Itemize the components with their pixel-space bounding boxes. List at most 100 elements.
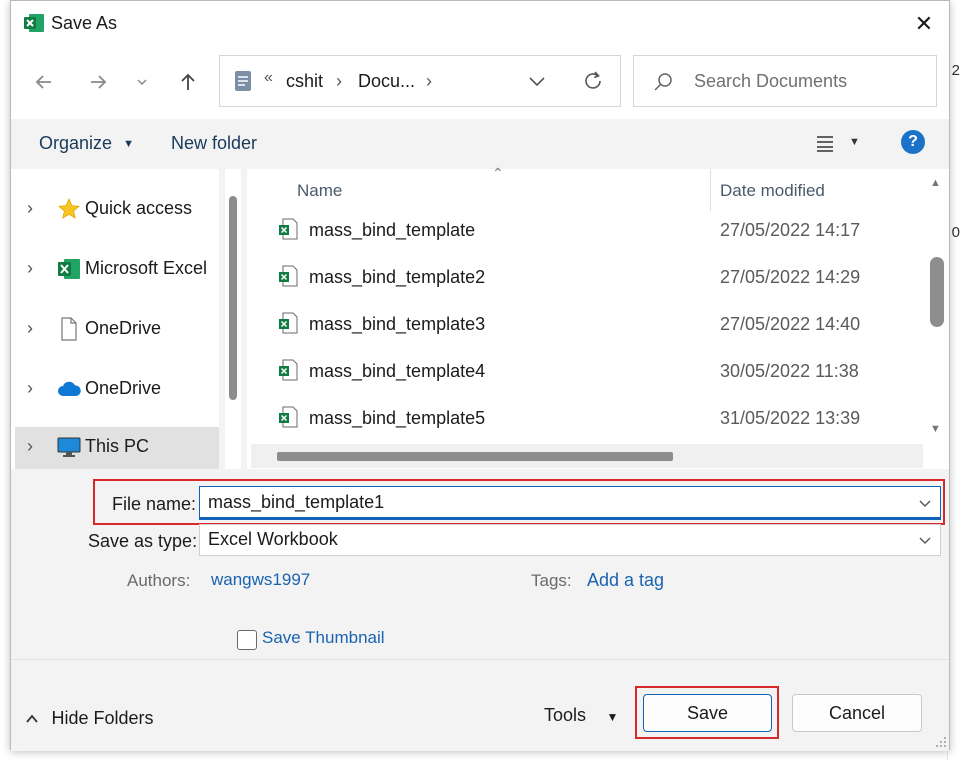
- file-name: mass_bind_template: [309, 220, 476, 240]
- excel-file-icon: [279, 312, 298, 334]
- file-date: 30/05/2022 11:38: [720, 361, 859, 381]
- back-button[interactable]: [27, 65, 61, 99]
- hide-folders-button[interactable]: Hide Folders: [25, 708, 154, 729]
- savetype-select[interactable]: Excel Workbook: [199, 524, 941, 556]
- address-bar[interactable]: « cshit › Docu... ›: [219, 55, 621, 107]
- chevron-right-icon[interactable]: ›: [27, 378, 33, 399]
- file-date: 31/05/2022 13:39: [720, 408, 861, 428]
- up-button[interactable]: [171, 65, 205, 99]
- star-icon: [58, 198, 80, 219]
- document-icon: [61, 317, 77, 341]
- file-row[interactable]: mass_bind_template3 27/05/2022 14:40: [247, 301, 927, 348]
- view-options-button[interactable]: ▼: [815, 133, 860, 158]
- excel-app-icon: [24, 14, 44, 32]
- arrow-up-icon: [181, 73, 195, 90]
- vertical-scroll-thumb[interactable]: [930, 257, 944, 327]
- refresh-icon[interactable]: [582, 70, 604, 92]
- new-folder-button[interactable]: New folder: [171, 133, 257, 154]
- sidebar-item-this-pc[interactable]: › This PC: [15, 427, 219, 469]
- title-bar: Save As ✕: [11, 1, 949, 45]
- sidebar-item-label: OneDrive: [85, 378, 162, 398]
- hide-folders-label: Hide Folders: [51, 708, 154, 728]
- save-as-dialog: Save As ✕ « cshit › Docu... › Search Doc…: [10, 0, 950, 751]
- organize-label: Organize: [39, 133, 113, 153]
- horizontal-scroll-thumb[interactable]: [277, 452, 673, 461]
- arrow-right-icon: [91, 75, 107, 89]
- column-header-name[interactable]: Name: [297, 181, 342, 201]
- breadcrumb-item-documents[interactable]: Docu...: [358, 71, 415, 92]
- organize-button[interactable]: Organize ▼: [39, 133, 134, 154]
- search-input[interactable]: Search Documents: [694, 71, 847, 92]
- dialog-title: Save As: [51, 13, 118, 33]
- monitor-icon: [57, 437, 81, 457]
- sidebar-item-onedrive-personal[interactable]: › OneDrive: [15, 309, 219, 349]
- navigation-pane-scroll-thumb[interactable]: [229, 196, 237, 400]
- file-list-pane: ⌃ Name Date modified mass_bind_template …: [247, 165, 949, 469]
- excel-file-icon: [279, 359, 298, 381]
- save-button[interactable]: Save: [643, 694, 772, 732]
- cloud-icon: [58, 381, 81, 396]
- list-view-icon: [817, 136, 833, 152]
- file-row[interactable]: mass_bind_template 27/05/2022 14:17: [247, 207, 927, 254]
- authors-value[interactable]: wangws1997: [211, 570, 310, 590]
- chevron-right-icon[interactable]: ›: [27, 258, 33, 279]
- address-dropdown-icon[interactable]: [528, 74, 546, 88]
- tools-button[interactable]: Tools ▼: [544, 705, 618, 726]
- file-name: mass_bind_template4: [309, 361, 486, 381]
- file-name: mass_bind_template2: [309, 267, 486, 287]
- sidebar-item-microsoft-excel[interactable]: › Microsoft Excel: [15, 249, 219, 289]
- chevron-down-icon[interactable]: [918, 499, 932, 509]
- recent-locations-button[interactable]: [125, 65, 159, 99]
- breadcrumb-overflow[interactable]: «: [264, 69, 273, 87]
- arrow-left-icon: [35, 75, 51, 89]
- file-date: 27/05/2022 14:17: [720, 220, 861, 240]
- add-tag-link[interactable]: Add a tag: [587, 570, 664, 591]
- close-icon: ✕: [914, 11, 934, 36]
- cancel-button[interactable]: Cancel: [792, 694, 922, 732]
- tools-label: Tools: [544, 705, 587, 725]
- sidebar-item-onedrive-cloud[interactable]: › OneDrive: [15, 369, 219, 409]
- chevron-down-icon: [137, 79, 147, 86]
- caret-down-icon: ▼: [849, 136, 860, 148]
- file-date: 27/05/2022 14:40: [720, 314, 861, 334]
- excel-file-icon: [279, 218, 298, 240]
- excel-file-icon: [279, 406, 298, 428]
- file-row[interactable]: mass_bind_template5 31/05/2022 13:39: [247, 395, 927, 442]
- save-options-panel: File name: mass_bind_template1 Save as t…: [11, 469, 949, 659]
- breadcrumb-separator[interactable]: ›: [426, 71, 432, 92]
- breadcrumb-item-cshit[interactable]: cshit: [286, 71, 323, 92]
- scroll-up-arrow-icon[interactable]: ▲: [930, 177, 941, 189]
- filename-value[interactable]: mass_bind_template1: [208, 492, 384, 513]
- chevron-right-icon[interactable]: ›: [27, 198, 33, 219]
- documents-folder-icon: [235, 71, 251, 91]
- save-thumbnail-label[interactable]: Save Thumbnail: [262, 628, 385, 648]
- scroll-down-arrow-icon[interactable]: ▼: [930, 423, 941, 435]
- column-divider[interactable]: [710, 169, 711, 211]
- tags-label: Tags:: [531, 571, 572, 590]
- sort-ascending-icon: ⌃: [492, 165, 504, 181]
- excel-icon: [58, 259, 80, 279]
- filename-field[interactable]: mass_bind_template1: [199, 486, 941, 520]
- file-row[interactable]: mass_bind_template4 30/05/2022 11:38: [247, 348, 927, 395]
- dialog-footer: Hide Folders Tools ▼ Save Cancel: [11, 659, 949, 751]
- file-row[interactable]: mass_bind_template2 27/05/2022 14:29: [247, 254, 927, 301]
- authors-label: Authors:: [127, 571, 191, 590]
- sidebar-item-label: OneDrive: [85, 318, 162, 338]
- chevron-down-icon: [919, 537, 931, 544]
- navigation-bar: « cshit › Docu... › Search Documents: [11, 45, 949, 119]
- sidebar-item-quick-access[interactable]: › Quick access: [15, 189, 219, 229]
- chevron-right-icon[interactable]: ›: [27, 318, 33, 339]
- close-button[interactable]: ✕: [909, 9, 939, 39]
- breadcrumb-separator[interactable]: ›: [336, 71, 342, 92]
- forward-button[interactable]: [81, 65, 115, 99]
- file-name: mass_bind_template5: [309, 408, 486, 428]
- help-icon[interactable]: ?: [901, 130, 925, 154]
- savetype-label: Save as type:: [88, 531, 198, 551]
- search-box[interactable]: Search Documents: [633, 55, 937, 107]
- resize-grip-icon[interactable]: [935, 736, 947, 748]
- chevron-right-icon[interactable]: ›: [27, 436, 33, 457]
- savetype-value: Excel Workbook: [208, 529, 338, 549]
- save-thumbnail-checkbox[interactable]: [237, 630, 257, 650]
- search-icon: [654, 73, 672, 91]
- column-header-date-modified[interactable]: Date modified: [720, 181, 825, 201]
